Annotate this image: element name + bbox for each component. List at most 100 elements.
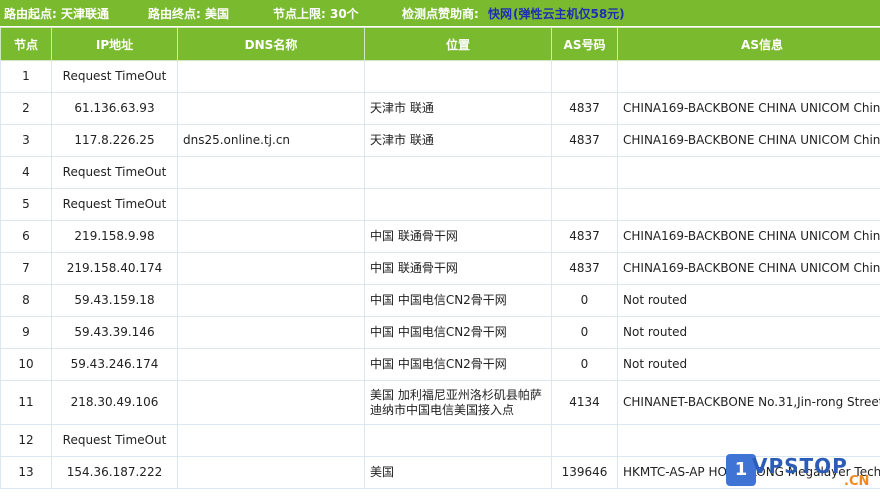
column-header-dns: DNS名称 <box>177 27 365 61</box>
as-info-cell <box>617 188 880 221</box>
vpstop-watermark-logo: 1 VPSTOP .CN <box>726 452 876 492</box>
dns-cell <box>177 92 365 125</box>
dns-cell <box>177 156 365 189</box>
location-cell <box>364 60 552 93</box>
as-number-cell: 4837 <box>551 92 618 125</box>
ip-cell: Request TimeOut <box>51 156 178 189</box>
as-info-cell <box>617 60 880 93</box>
route-start-label: 路由起点: 天津联通 <box>4 7 109 21</box>
ip-cell: 117.8.226.25 <box>51 124 178 157</box>
column-header-ip: IP地址 <box>51 27 178 61</box>
location-cell: 中国 联通骨干网 <box>364 220 552 253</box>
table-row: 1 Request TimeOut <box>0 60 880 93</box>
table-row: 4 Request TimeOut <box>0 156 880 189</box>
table-row: 5 Request TimeOut <box>0 188 880 221</box>
hop-cell: 9 <box>0 316 52 349</box>
location-cell <box>364 188 552 221</box>
as-number-cell <box>551 188 618 221</box>
as-info-cell: CHINA169-BACKBONE CHINA UNICOM China169 … <box>617 92 880 125</box>
column-header-hop: 节点 <box>0 27 52 61</box>
hop-cell: 8 <box>0 284 52 317</box>
as-number-cell: 0 <box>551 284 618 317</box>
ip-cell: 59.43.246.174 <box>51 348 178 381</box>
watermark-tld: .CN <box>844 474 870 489</box>
table-row: 2 61.136.63.93 天津市 联通 4837 CHINA169-BACKBONE… <box>0 92 880 125</box>
dns-cell <box>177 424 365 457</box>
watermark-brand: VPSTOP <box>752 454 848 478</box>
dns-cell <box>177 220 365 253</box>
dns-cell <box>177 60 365 93</box>
location-cell: 美国 <box>364 456 552 489</box>
hop-cell: 13 <box>0 456 52 489</box>
dns-cell <box>177 348 365 381</box>
hop-cell: 4 <box>0 156 52 189</box>
hop-cell: 11 <box>0 380 52 425</box>
ip-cell: 219.158.9.98 <box>51 220 178 253</box>
hop-cell: 2 <box>0 92 52 125</box>
as-info-cell: Not routed <box>617 348 880 381</box>
ip-cell: 59.43.159.18 <box>51 284 178 317</box>
hop-cell: 12 <box>0 424 52 457</box>
hop-cell: 6 <box>0 220 52 253</box>
as-info-cell: CHINA169-BACKBONE CHINA UNICOM China169 … <box>617 252 880 285</box>
ip-cell: 154.36.187.222 <box>51 456 178 489</box>
table-row: 11 218.30.49.106 美国 加利福尼亚州洛杉矶县帕萨迪纳市中国电信美国接… <box>0 380 880 425</box>
table-row: 3 117.8.226.25 dns25.online.tj.cn 天津市 联通 483… <box>0 124 880 157</box>
hop-cell: 1 <box>0 60 52 93</box>
route-info-bar: 路由起点: 天津联通 路由终点: 美国 节点上限: 30个 检测点赞助商: 快网… <box>0 0 880 26</box>
as-number-cell: 4837 <box>551 124 618 157</box>
ip-cell: 218.30.49.106 <box>51 380 178 425</box>
ip-cell: 61.136.63.93 <box>51 92 178 125</box>
as-number-cell <box>551 60 618 93</box>
column-header-as-info: AS信息 <box>617 27 880 61</box>
ip-cell: 219.158.40.174 <box>51 252 178 285</box>
as-number-cell: 4134 <box>551 380 618 425</box>
as-number-cell: 0 <box>551 316 618 349</box>
hop-cell: 7 <box>0 252 52 285</box>
location-cell: 天津市 联通 <box>364 124 552 157</box>
table-row: 8 59.43.159.18 中国 中国电信CN2骨干网 0 Not routed <box>0 284 880 317</box>
table-row: 6 219.158.9.98 中国 联通骨干网 4837 CHINA169-BACKBO… <box>0 220 880 253</box>
dns-cell <box>177 188 365 221</box>
table-header-row: 节点 IP地址 DNS名称 位置 AS号码 AS信息 <box>0 27 880 61</box>
sponsor-ad-link[interactable]: (弹性云主机仅58元) <box>513 5 625 22</box>
table-row: 7 219.158.40.174 中国 联通骨干网 4837 CHINA169-BACK… <box>0 252 880 285</box>
location-cell: 美国 加利福尼亚州洛杉矶县帕萨迪纳市中国电信美国接入点 <box>364 380 552 425</box>
hop-cell: 10 <box>0 348 52 381</box>
table-row: 9 59.43.39.146 中国 中国电信CN2骨干网 0 Not routed <box>0 316 880 349</box>
ip-cell: Request TimeOut <box>51 424 178 457</box>
as-info-cell: CHINANET-BACKBONE No.31,Jin-rong Street <box>617 380 880 425</box>
dns-cell <box>177 456 365 489</box>
sponsor-name-link[interactable]: 快网 <box>488 5 512 22</box>
sponsor-label: 检测点赞助商: <box>402 7 479 21</box>
as-info-cell: Not routed <box>617 316 880 349</box>
as-info-cell: CHINA169-BACKBONE CHINA UNICOM China169 … <box>617 220 880 253</box>
location-cell <box>364 156 552 189</box>
dns-cell <box>177 380 365 425</box>
as-number-cell <box>551 424 618 457</box>
ip-cell: Request TimeOut <box>51 188 178 221</box>
traceroute-table: 节点 IP地址 DNS名称 位置 AS号码 AS信息 1 Request Time… <box>0 27 880 489</box>
location-cell: 中国 中国电信CN2骨干网 <box>364 316 552 349</box>
location-cell: 中国 中国电信CN2骨干网 <box>364 284 552 317</box>
as-number-cell: 0 <box>551 348 618 381</box>
route-end-label: 路由终点: 美国 <box>148 7 229 21</box>
as-info-cell <box>617 156 880 189</box>
dns-cell: dns25.online.tj.cn <box>177 124 365 157</box>
hop-limit-label: 节点上限: 30个 <box>273 7 359 21</box>
as-number-cell: 4837 <box>551 252 618 285</box>
as-number-cell: 139646 <box>551 456 618 489</box>
location-cell: 中国 中国电信CN2骨干网 <box>364 348 552 381</box>
column-header-location: 位置 <box>364 27 552 61</box>
table-row: 10 59.43.246.174 中国 中国电信CN2骨干网 0 Not routed <box>0 348 880 381</box>
ip-cell: Request TimeOut <box>51 60 178 93</box>
column-header-as-number: AS号码 <box>551 27 618 61</box>
ip-cell: 59.43.39.146 <box>51 316 178 349</box>
as-info-cell: Not routed <box>617 284 880 317</box>
as-number-cell <box>551 156 618 189</box>
dns-cell <box>177 284 365 317</box>
location-cell: 天津市 联通 <box>364 92 552 125</box>
as-info-cell: CHINA169-BACKBONE CHINA UNICOM China169 … <box>617 124 880 157</box>
location-cell <box>364 424 552 457</box>
hop-cell: 3 <box>0 124 52 157</box>
